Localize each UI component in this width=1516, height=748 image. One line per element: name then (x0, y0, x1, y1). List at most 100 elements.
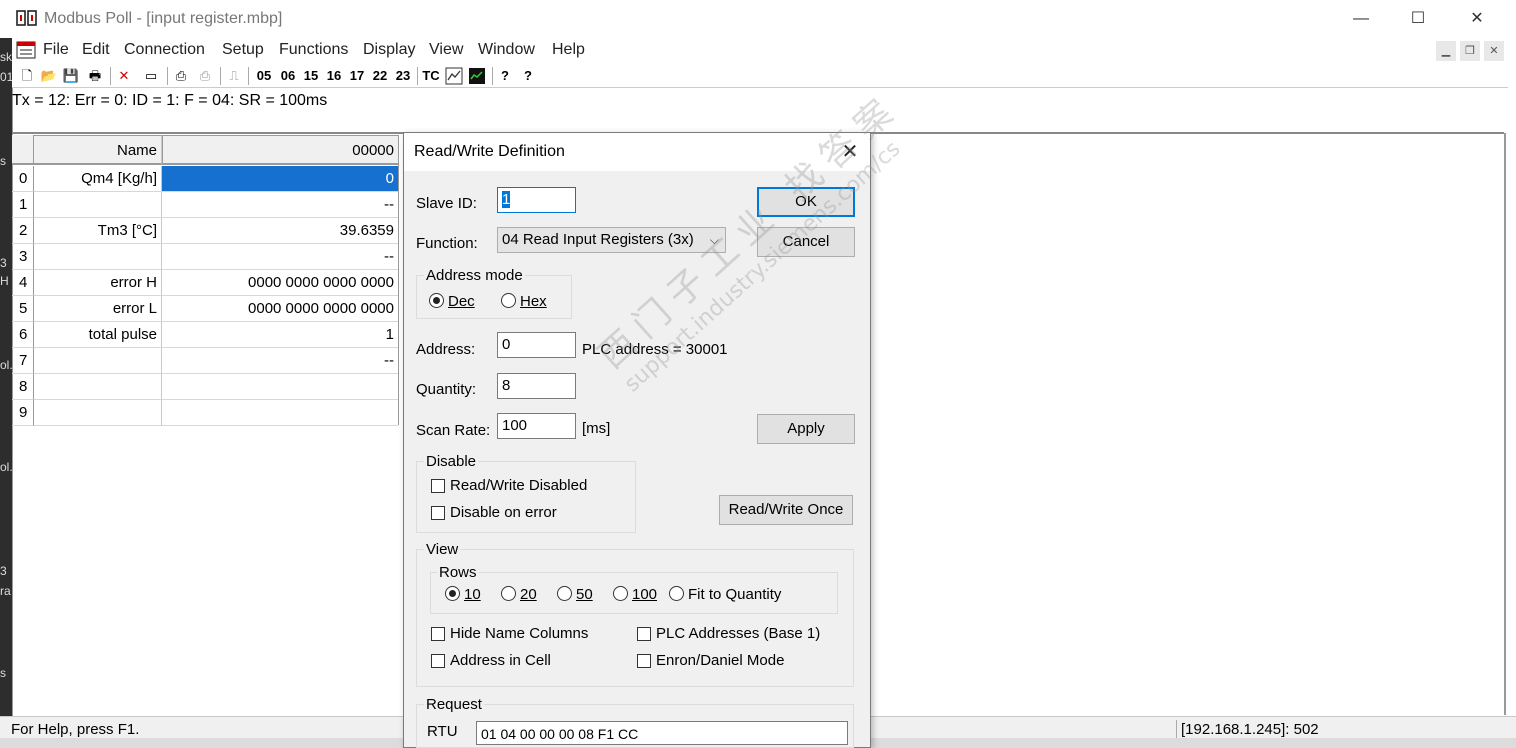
pulse-icon[interactable]: ⎍ (225, 67, 243, 85)
document-icon[interactable] (16, 41, 36, 59)
menu-connection[interactable]: Connection (124, 41, 205, 59)
delete-icon[interactable]: ✕ (115, 67, 133, 85)
fc-22-button[interactable]: 22 (370, 67, 390, 85)
row-value-cell[interactable] (162, 400, 398, 426)
hide-name-columns-label[interactable]: Hide Name Columns (450, 625, 588, 642)
row-value-cell[interactable]: -- (162, 192, 398, 218)
enron-daniel-label[interactable]: Enron/Daniel Mode (656, 652, 784, 669)
table-row[interactable]: 4 error H 0000 0000 0000 0000 (12, 270, 398, 296)
rows-fit-label[interactable]: Fit to Quantity (688, 586, 781, 603)
table-row[interactable]: 8 (12, 374, 398, 400)
rows-10-label[interactable]: 10 (464, 586, 481, 603)
row-name-cell[interactable]: Tm3 [°C] (34, 218, 162, 244)
window-icon[interactable]: ▭ (142, 67, 160, 85)
row-value-cell[interactable] (162, 374, 398, 400)
fc-06-button[interactable]: 06 (278, 67, 298, 85)
row-value-cell[interactable]: 0 (162, 166, 398, 192)
scan-rate-input[interactable]: 100 (497, 413, 576, 439)
rows-fit-radio[interactable] (669, 586, 684, 601)
table-row[interactable]: 7 -- (12, 348, 398, 374)
table-row[interactable]: 9 (12, 400, 398, 426)
fc-15-button[interactable]: 15 (301, 67, 321, 85)
fc-05-button[interactable]: 05 (254, 67, 274, 85)
chart-icon[interactable] (445, 67, 463, 85)
address-input[interactable]: 0 (497, 332, 576, 358)
hide-name-columns-checkbox[interactable] (431, 627, 445, 641)
row-name-cell[interactable] (34, 244, 162, 270)
rows-50-label[interactable]: 50 (576, 586, 593, 603)
row-value-cell[interactable]: 0000 0000 0000 0000 (162, 296, 398, 322)
dec-radio[interactable] (429, 293, 444, 308)
rows-100-label[interactable]: 100 (632, 586, 657, 603)
fc-16-button[interactable]: 16 (324, 67, 344, 85)
disable-on-error-label[interactable]: Disable on error (450, 504, 557, 521)
dec-label[interactable]: Dec (448, 293, 475, 310)
rw-disabled-checkbox[interactable] (431, 479, 445, 493)
help-icon[interactable]: ? (498, 67, 512, 85)
whats-this-icon[interactable]: ? (520, 67, 536, 85)
table-row[interactable]: 3 -- (12, 244, 398, 270)
row-value-cell[interactable]: -- (162, 244, 398, 270)
table-row[interactable]: 6 total pulse 1 (12, 322, 398, 348)
maximize-button[interactable]: ☐ (1395, 4, 1441, 34)
table-row[interactable]: 2 Tm3 [°C] 39.6359 (12, 218, 398, 244)
menu-functions[interactable]: Functions (279, 41, 348, 59)
row-name-cell[interactable]: error L (34, 296, 162, 322)
name-column-header[interactable]: Name (34, 135, 162, 165)
rows-50-radio[interactable] (557, 586, 572, 601)
traffic-button[interactable]: TC (421, 67, 441, 85)
row-name-cell[interactable]: Qm4 [Kg/h] (34, 166, 162, 192)
open-icon[interactable]: 📂 (40, 67, 58, 85)
disconnect-icon[interactable]: ⎙ (196, 67, 214, 85)
menu-view[interactable]: View (429, 41, 463, 59)
table-row[interactable]: 1 -- (12, 192, 398, 218)
plc-addresses-label[interactable]: PLC Addresses (Base 1) (656, 625, 820, 642)
close-window-button[interactable]: ✕ (1454, 4, 1500, 34)
table-row[interactable]: 0 Qm4 [Kg/h] 0 (12, 166, 398, 192)
menu-file[interactable]: File (43, 41, 69, 59)
new-icon[interactable]: 🗋 (18, 67, 36, 85)
row-name-cell[interactable] (34, 348, 162, 374)
menu-edit[interactable]: Edit (82, 41, 110, 59)
mdi-close-button[interactable]: ✕ (1484, 41, 1504, 61)
hex-label[interactable]: Hex (520, 293, 547, 310)
disable-on-error-checkbox[interactable] (431, 506, 445, 520)
rows-10-radio[interactable] (445, 586, 460, 601)
ok-button[interactable]: OK (757, 187, 855, 217)
fc-23-button[interactable]: 23 (393, 67, 413, 85)
menu-display[interactable]: Display (363, 41, 415, 59)
menu-help[interactable]: Help (552, 41, 585, 59)
save-icon[interactable]: 💾 (62, 67, 80, 85)
row-value-cell[interactable]: 1 (162, 322, 398, 348)
row-name-cell[interactable] (34, 192, 162, 218)
print-icon[interactable]: 🖶 (86, 67, 104, 85)
connect-icon[interactable]: ⎙ (172, 67, 190, 85)
rw-disabled-label[interactable]: Read/Write Disabled (450, 477, 587, 494)
quantity-input[interactable]: 8 (497, 373, 576, 399)
row-name-cell[interactable]: error H (34, 270, 162, 296)
hex-radio[interactable] (501, 293, 516, 308)
row-name-cell[interactable]: total pulse (34, 322, 162, 348)
row-value-cell[interactable]: 39.6359 (162, 218, 398, 244)
row-name-cell[interactable] (34, 374, 162, 400)
mdi-minimize-button[interactable]: ▁ (1436, 41, 1456, 61)
cancel-button[interactable]: Cancel (757, 227, 855, 257)
value-column-header[interactable]: 00000 (162, 135, 398, 165)
function-select[interactable]: 04 Read Input Registers (3x) ⌵ (497, 227, 726, 253)
rows-100-radio[interactable] (613, 586, 628, 601)
rows-20-radio[interactable] (501, 586, 516, 601)
slave-id-input[interactable]: 1 (497, 187, 576, 213)
fc-17-button[interactable]: 17 (347, 67, 367, 85)
address-in-cell-checkbox[interactable] (431, 654, 445, 668)
enron-daniel-checkbox[interactable] (637, 654, 651, 668)
monitor-icon[interactable] (468, 67, 486, 85)
row-value-cell[interactable]: 0000 0000 0000 0000 (162, 270, 398, 296)
plc-addresses-checkbox[interactable] (637, 627, 651, 641)
read-write-once-button[interactable]: Read/Write Once (719, 495, 853, 525)
row-value-cell[interactable]: -- (162, 348, 398, 374)
row-name-cell[interactable] (34, 400, 162, 426)
menu-setup[interactable]: Setup (222, 41, 264, 59)
address-in-cell-label[interactable]: Address in Cell (450, 652, 551, 669)
rows-20-label[interactable]: 20 (520, 586, 537, 603)
dialog-close-icon[interactable]: ✕ (836, 139, 864, 165)
